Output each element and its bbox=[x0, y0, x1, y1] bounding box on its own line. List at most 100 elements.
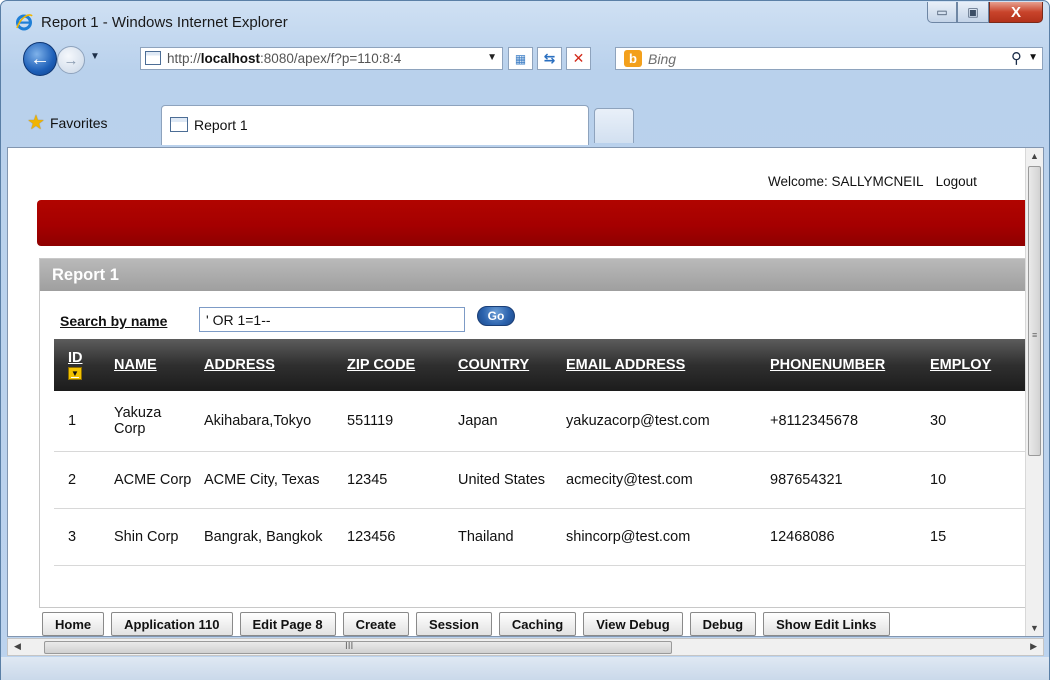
address-bar[interactable]: http://localhost:8080/apex/f?p=110:8:4 ▼ bbox=[140, 47, 503, 70]
minimize-icon: ▭ bbox=[936, 5, 948, 19]
cell-zip-code: 12345 bbox=[339, 451, 450, 509]
search-icon[interactable]: ⚲ bbox=[1011, 49, 1022, 67]
arrow-left-icon: ← bbox=[30, 47, 50, 70]
cell-email-address: shincorp@test.com bbox=[558, 508, 762, 566]
sort-desc-icon[interactable]: ▼ bbox=[68, 367, 82, 380]
dev-create-button[interactable]: Create bbox=[342, 612, 410, 636]
cell-email-address: acmecity@test.com bbox=[558, 451, 762, 509]
column-header-label: ID bbox=[68, 350, 83, 366]
status-bar bbox=[1, 657, 1049, 680]
maximize-button[interactable]: ▣ bbox=[957, 2, 989, 23]
star-icon: ★ bbox=[27, 112, 45, 134]
dev-home-button[interactable]: Home bbox=[42, 612, 105, 636]
column-header-name[interactable]: NAME bbox=[106, 339, 196, 391]
arrow-right-icon: → bbox=[63, 51, 79, 69]
url-path: :8080/apex/f?p=110:8:4 bbox=[260, 51, 402, 66]
refresh-icon: ⇆ bbox=[543, 50, 556, 66]
page-viewport: Welcome: SALLYMCNEIL Logout Report 1 Sear… bbox=[7, 147, 1044, 637]
history-dropdown-icon[interactable]: ▼ bbox=[90, 51, 100, 62]
address-url[interactable]: http://localhost:8080/apex/f?p=110:8:4 bbox=[167, 51, 477, 66]
cell-country: Thailand bbox=[450, 508, 558, 566]
compat-view-icon: ▦ bbox=[514, 51, 527, 66]
cell-country: United States bbox=[450, 451, 558, 509]
cell-id: 2 bbox=[54, 451, 106, 509]
report-table: ID ▼ NAME ADDRESS ZIP CODE COUNTRY EMAIL… bbox=[54, 339, 1043, 566]
table-row: 1 Yakuza Corp Akihabara,Tokyo 551119 Jap… bbox=[54, 391, 1043, 452]
page-icon bbox=[170, 117, 188, 132]
new-tab-button[interactable] bbox=[594, 108, 634, 143]
url-host: localhost bbox=[200, 51, 261, 66]
column-header-country[interactable]: COUNTRY bbox=[450, 339, 558, 391]
forward-button[interactable]: → bbox=[57, 46, 85, 74]
dev-view-debug-button[interactable]: View Debug bbox=[583, 612, 683, 636]
dev-caching-button[interactable]: Caching bbox=[498, 612, 577, 636]
horizontal-scroll-thumb[interactable]: III bbox=[44, 641, 672, 654]
stop-icon: ✕ bbox=[572, 50, 585, 66]
column-header-id[interactable]: ID ▼ bbox=[54, 339, 106, 391]
browser-window: Report 1 - Windows Internet Explorer ▭ ▣… bbox=[0, 0, 1050, 680]
tab-label: Report 1 bbox=[194, 117, 248, 133]
region-header: Report 1 bbox=[40, 259, 1027, 291]
cell-name: Yakuza Corp bbox=[106, 391, 196, 452]
favorites-button[interactable]: ★ Favorites bbox=[27, 110, 108, 135]
dev-debug-button[interactable]: Debug bbox=[689, 612, 757, 636]
scroll-left-icon[interactable]: ◀ bbox=[14, 641, 21, 652]
search-placeholder: Bing bbox=[648, 51, 677, 67]
close-icon: X bbox=[1010, 3, 1021, 21]
dev-edit-page-button[interactable]: Edit Page 8 bbox=[239, 612, 336, 636]
user-info: Welcome: SALLYMCNEIL Logout bbox=[768, 174, 977, 189]
cell-zip-code: 551119 bbox=[339, 391, 450, 452]
cell-id: 3 bbox=[54, 508, 106, 566]
dev-session-button[interactable]: Session bbox=[416, 612, 492, 636]
favorites-label: Favorites bbox=[49, 114, 108, 131]
region-title: Report 1 bbox=[52, 266, 119, 284]
search-bar[interactable]: b Bing ⚲ ▼ bbox=[615, 47, 1043, 70]
cell-country: Japan bbox=[450, 391, 558, 452]
table-row: 2 ACME Corp ACME City, Texas 12345 Unite… bbox=[54, 451, 1043, 509]
tab-report-1[interactable]: Report 1 bbox=[161, 105, 589, 145]
scroll-grip-icon: ≡ bbox=[1032, 330, 1038, 340]
vertical-scrollbar[interactable]: ▲ ≡ ▼ bbox=[1025, 148, 1043, 636]
go-button[interactable]: Go bbox=[477, 306, 515, 326]
cell-phonenumber: 987654321 bbox=[762, 451, 922, 509]
cell-phonenumber: 12468086 bbox=[762, 508, 922, 566]
column-header-zip-code[interactable]: ZIP CODE bbox=[339, 339, 450, 391]
column-header-email-address[interactable]: EMAIL ADDRESS bbox=[558, 339, 762, 391]
address-dropdown-icon[interactable]: ▼ bbox=[487, 52, 497, 63]
compat-view-button[interactable]: ▦ bbox=[508, 47, 533, 70]
close-button[interactable]: X bbox=[989, 2, 1043, 23]
cell-name: Shin Corp bbox=[106, 508, 196, 566]
cell-zip-code: 123456 bbox=[339, 508, 450, 566]
welcome-text: Welcome: SALLYMCNEIL bbox=[768, 174, 924, 189]
scroll-right-icon[interactable]: ▶ bbox=[1030, 641, 1037, 652]
dev-application-button[interactable]: Application 110 bbox=[111, 612, 233, 636]
dev-show-edit-links-button[interactable]: Show Edit Links bbox=[763, 612, 890, 636]
title-bar: Report 1 - Windows Internet Explorer ▭ ▣… bbox=[1, 1, 1049, 39]
search-dropdown-icon[interactable]: ▼ bbox=[1028, 52, 1038, 63]
scroll-down-icon[interactable]: ▼ bbox=[1030, 623, 1039, 633]
logout-link[interactable]: Logout bbox=[936, 174, 977, 189]
search-input[interactable] bbox=[199, 307, 465, 332]
column-header-phonenumber[interactable]: PHONENUMBER bbox=[762, 339, 922, 391]
cell-phonenumber: +8112345678 bbox=[762, 391, 922, 452]
refresh-button[interactable]: ⇆ bbox=[537, 47, 562, 70]
search-label: Search by name bbox=[60, 313, 168, 329]
table-row: 3 Shin Corp Bangrak, Bangkok 123456 Thai… bbox=[54, 508, 1043, 566]
ie-logo-icon bbox=[16, 14, 33, 31]
report-region: Report 1 Search by name Go ID ▼ NAME bbox=[39, 258, 1043, 608]
cell-email-address: yakuzacorp@test.com bbox=[558, 391, 762, 452]
cell-address: Akihabara,Tokyo bbox=[196, 391, 339, 452]
column-header-address[interactable]: ADDRESS bbox=[196, 339, 339, 391]
bing-logo-icon: b bbox=[624, 50, 642, 67]
back-button[interactable]: ← bbox=[23, 42, 57, 76]
stop-button[interactable]: ✕ bbox=[566, 47, 591, 70]
horizontal-scrollbar[interactable]: ◀ III ▶ bbox=[7, 638, 1044, 656]
minimize-button[interactable]: ▭ bbox=[927, 2, 957, 23]
cell-id: 1 bbox=[54, 391, 106, 452]
maximize-icon: ▣ bbox=[967, 5, 979, 19]
page-icon bbox=[145, 51, 161, 65]
scroll-up-icon[interactable]: ▲ bbox=[1030, 151, 1039, 161]
vertical-scroll-thumb[interactable]: ≡ bbox=[1028, 166, 1041, 456]
tab-bar: ★ Favorites Report 1 bbox=[1, 103, 1049, 145]
cell-address: ACME City, Texas bbox=[196, 451, 339, 509]
